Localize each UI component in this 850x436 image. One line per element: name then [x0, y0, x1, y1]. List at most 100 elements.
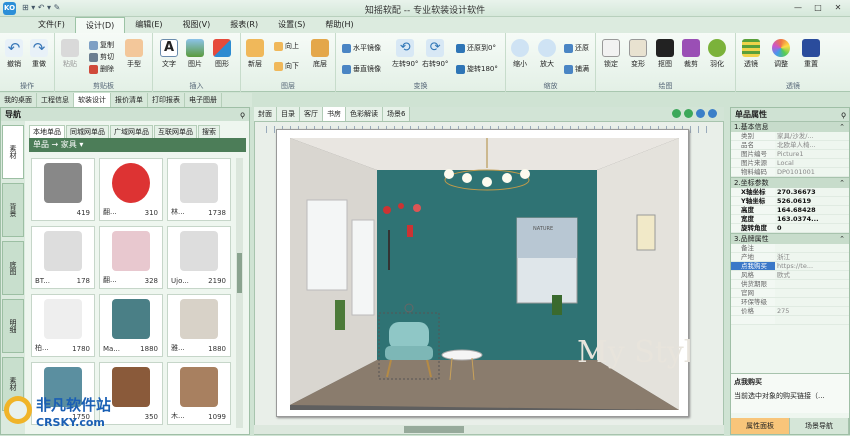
property-row[interactable]: 物料编码 DP0101001	[731, 168, 849, 177]
product-card[interactable]: 雅... 1880	[167, 294, 231, 357]
doc-tab-study[interactable]: 书房	[323, 107, 346, 121]
feather-button[interactable]: 羽化	[708, 39, 726, 69]
property-value[interactable]: 526.0619	[775, 197, 849, 205]
add-page-icon[interactable]	[672, 109, 681, 118]
product-card[interactable]: Ma... 1880	[99, 294, 163, 357]
property-value[interactable]: 0	[775, 224, 849, 232]
close-button[interactable]: ✕	[829, 2, 847, 14]
tab-quote-list[interactable]: 报价清单	[111, 93, 148, 107]
shape-button[interactable]: 图形	[213, 39, 231, 69]
property-value[interactable]: 家具/沙发/...	[775, 132, 849, 140]
hscroll-thumb[interactable]	[404, 426, 464, 433]
property-value[interactable]: https://te...	[775, 262, 849, 270]
zoom-in-button[interactable]: 放大	[538, 39, 556, 69]
property-value[interactable]: 欧式	[775, 271, 849, 279]
pin-icon[interactable]: ϙ	[841, 108, 846, 121]
prev-page-icon[interactable]	[696, 109, 705, 118]
remove-page-icon[interactable]	[684, 109, 693, 118]
pin-icon[interactable]: ϙ	[240, 108, 245, 121]
tab-properties[interactable]: 属性面板	[731, 418, 790, 434]
rotate-180-button[interactable]: 旋转180°	[456, 64, 498, 74]
property-value[interactable]: 270.36673	[775, 188, 849, 196]
property-value[interactable]	[775, 298, 849, 306]
deform-button[interactable]: 变形	[629, 39, 647, 69]
zoom-out-button[interactable]: 缩小	[511, 39, 529, 69]
property-row[interactable]: 官网	[731, 289, 849, 298]
property-section[interactable]: 2.坐标参数 ⌃	[731, 177, 849, 188]
property-value[interactable]: Picture1	[775, 150, 849, 158]
product-card[interactable]: 翻... 328	[99, 226, 163, 289]
menu-file[interactable]: 文件(F)	[28, 17, 75, 33]
property-value[interactable]	[775, 289, 849, 297]
canvas-hscroll[interactable]	[254, 425, 724, 434]
image-button[interactable]: 图片	[186, 39, 204, 69]
tab-scene-nav[interactable]: 场景导航	[790, 418, 849, 434]
product-card[interactable]: 翻... 310	[99, 158, 163, 221]
collapse-icon[interactable]: ⌃	[839, 178, 845, 189]
doc-tab-contents[interactable]: 目录	[277, 107, 300, 121]
property-row[interactable]: 环保等级	[731, 298, 849, 307]
doc-tab-color[interactable]: 色彩解读	[346, 107, 383, 121]
cutout-button[interactable]: 抠图	[656, 39, 674, 69]
property-row[interactable]: X轴坐标 270.36673	[731, 188, 849, 197]
paste-button[interactable]: 粘贴	[61, 39, 79, 69]
lock-button[interactable]: 锁定	[602, 39, 620, 69]
property-value[interactable]	[775, 244, 849, 252]
tab-project-info[interactable]: 工程信息	[37, 93, 74, 107]
property-row[interactable]: 旋转角度 0	[731, 224, 849, 233]
property-section[interactable]: 1.基本信息 ⌃	[731, 121, 849, 132]
hand-tool-button[interactable]: 手型	[125, 39, 143, 69]
vtab-base-map[interactable]: 底图	[2, 241, 24, 295]
text-button[interactable]: A 文字	[160, 39, 178, 69]
tab-e-album[interactable]: 电子图册	[185, 93, 222, 107]
item-scrollbar[interactable]	[236, 158, 243, 428]
tab-local-items[interactable]: 本地单品	[29, 125, 65, 139]
property-value[interactable]	[775, 280, 849, 288]
property-row[interactable]: 宽度 163.0374...	[731, 215, 849, 224]
category-breadcrumb[interactable]: 单品 → 家具 ▾	[29, 138, 246, 152]
vmirror-button[interactable]: 垂直镜像	[342, 64, 381, 74]
collapse-icon[interactable]: ⌃	[839, 234, 845, 245]
property-row[interactable]: 图片来源 Local	[731, 159, 849, 168]
product-card[interactable]: 419	[31, 158, 95, 221]
tab-soft-design[interactable]: 软装设计	[74, 93, 111, 107]
menu-design[interactable]: 设计(D)	[74, 17, 126, 33]
next-page-icon[interactable]	[708, 109, 717, 118]
property-row[interactable]	[731, 316, 849, 325]
vtab-material[interactable]: 素材	[2, 125, 24, 179]
menu-settings[interactable]: 设置(S)	[268, 17, 315, 33]
property-value[interactable]	[775, 316, 849, 324]
property-section[interactable]: 3.品牌属性 ⌃	[731, 233, 849, 244]
property-row[interactable]: 类别 家具/沙发/...	[731, 132, 849, 141]
menu-help[interactable]: 帮助(H)	[315, 17, 363, 33]
undo-button[interactable]: ↶ 撤销	[5, 39, 23, 69]
reset-button[interactable]: 重置	[802, 39, 820, 69]
restore-zero-button[interactable]: 还原到0°	[456, 43, 496, 53]
tab-city-items[interactable]: 同城网单品	[66, 125, 109, 139]
delete-button[interactable]: 删除	[89, 64, 114, 74]
tab-internet-items[interactable]: 互联网单品	[154, 125, 197, 139]
vtab-detail[interactable]: 明细	[2, 299, 24, 353]
property-value[interactable]: 275	[775, 307, 849, 315]
doc-tab-cover[interactable]: 封面	[254, 107, 277, 121]
property-row[interactable]: 备注	[731, 244, 849, 253]
layer-up-button[interactable]: 向上	[274, 41, 299, 51]
property-row[interactable]: 风格 欧式	[731, 271, 849, 280]
rotate-left-button[interactable]: ⟲ 左转90°	[392, 39, 418, 69]
zoom-fill-button[interactable]: 铺满	[564, 64, 589, 74]
new-layer-button[interactable]: 新层	[246, 39, 264, 69]
vtab-background[interactable]: 背景	[2, 183, 24, 237]
property-row[interactable]: 图片编号 Picture1	[731, 150, 849, 159]
layer-down-button[interactable]: 向下	[274, 61, 299, 71]
cut-button[interactable]: 剪切	[89, 52, 114, 62]
property-value[interactable]: 浙江	[775, 253, 849, 261]
menu-report[interactable]: 报表(R)	[220, 17, 268, 33]
redo-button[interactable]: ↷ 重做	[30, 39, 48, 69]
property-value[interactable]: DP0101001	[775, 168, 849, 176]
doc-tab-scene6[interactable]: 场景6	[383, 107, 411, 121]
property-row[interactable]: 品名 北欧单人椅...	[731, 141, 849, 150]
property-value[interactable]: Local	[775, 159, 849, 167]
hmirror-button[interactable]: 水平镜像	[342, 43, 381, 53]
property-value[interactable]: 163.0374...	[775, 215, 849, 223]
design-page[interactable]: My Style NATURE	[276, 129, 711, 417]
